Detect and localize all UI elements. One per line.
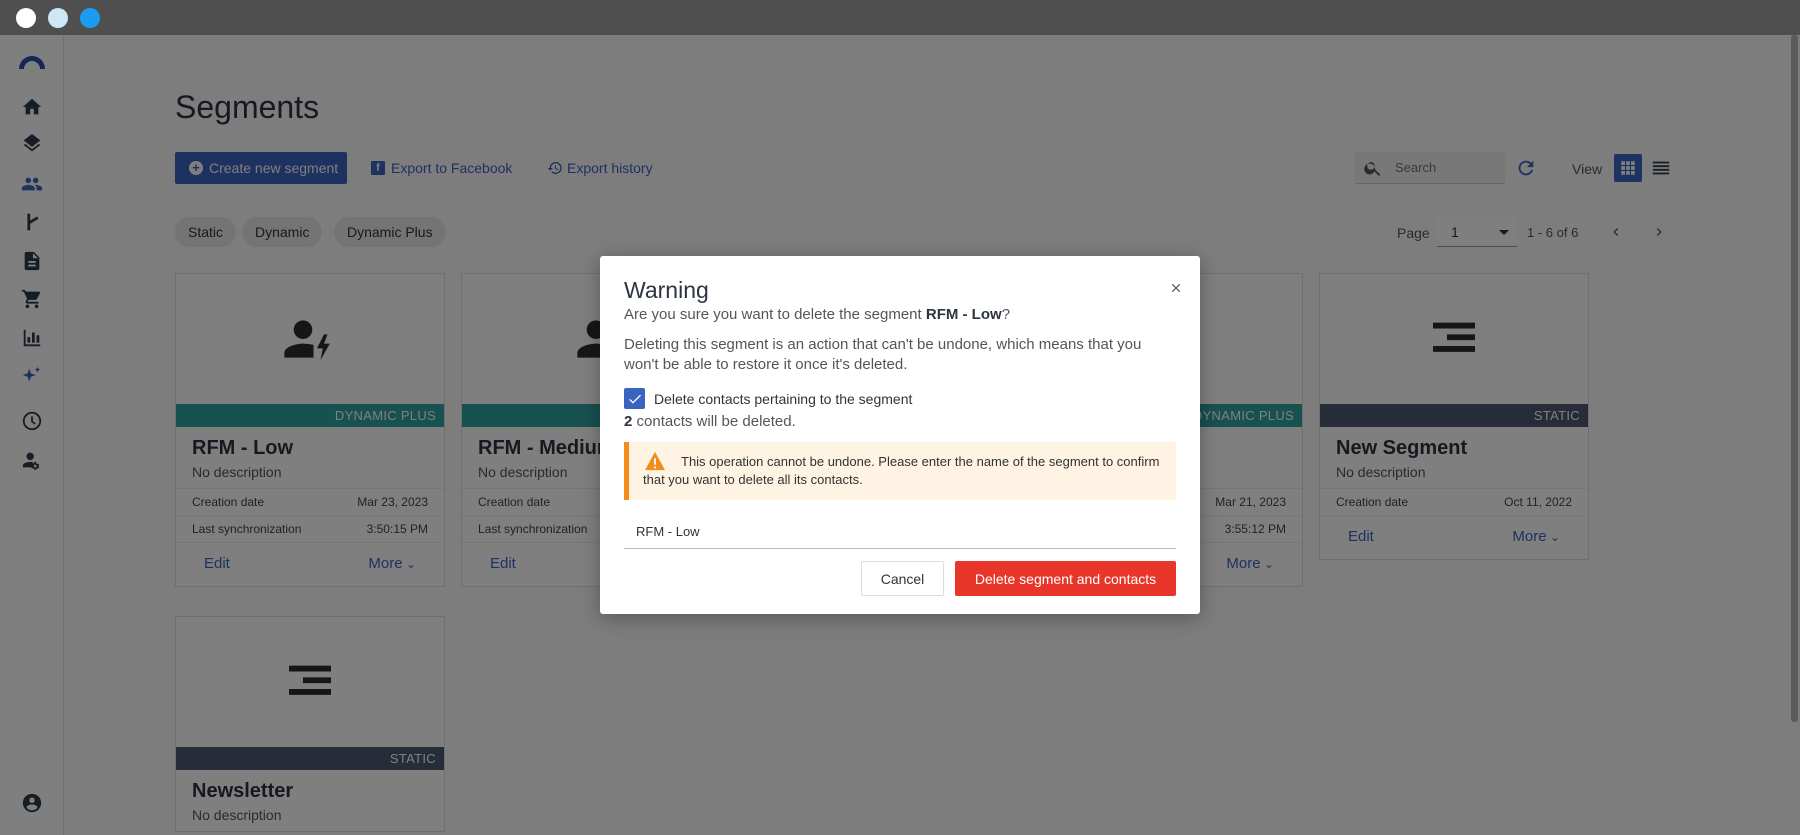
scrollbar-thumb[interactable] [1791,35,1798,722]
delete-segment-dialog: Warning Are you sure you want to delete … [600,256,1200,614]
delete-contacts-checkbox[interactable] [624,388,645,409]
warning-text: This operation cannot be undone. Please … [643,454,1160,487]
question-suffix: ? [1001,306,1011,323]
window-maximize-dot[interactable] [80,8,100,28]
cancel-button[interactable]: Cancel [861,561,944,596]
warning-alert: This operation cannot be undone. Please … [624,442,1176,500]
delete-contacts-label: Delete contacts pertaining to the segmen… [654,390,913,407]
dialog-body: Deleting this segment is an action that … [624,336,1142,373]
check-icon [628,394,641,404]
window-close-dot[interactable] [16,8,36,28]
contacts-count: 2 contacts will be deleted. [624,413,796,430]
delete-segment-button[interactable]: Delete segment and contacts [955,561,1176,596]
dialog-question: Are you sure you want to delete the segm… [624,306,1010,323]
question-prefix: Are you sure you want to delete the segm… [624,306,926,323]
segment-name: RFM - Low [925,306,1002,323]
delete-contacts-option[interactable]: Delete contacts pertaining to the segmen… [624,388,912,409]
window-minimize-dot[interactable] [48,8,68,28]
dialog-title: Warning [624,277,709,303]
close-icon[interactable] [1166,278,1186,298]
window-titlebar [0,0,1800,35]
confirm-segment-name-input[interactable] [624,515,1176,549]
contacts-count-suffix: contacts will be deleted. [632,413,796,430]
